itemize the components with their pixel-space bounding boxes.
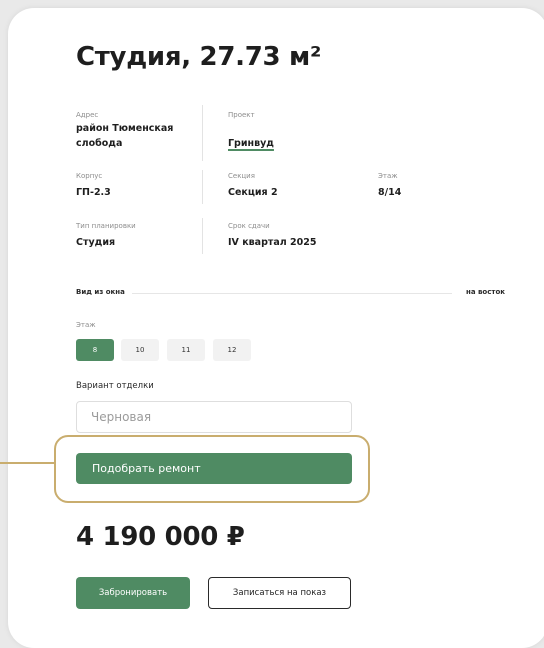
building-value: ГП-2.3 (76, 187, 111, 198)
project-link[interactable]: Гринвуд (228, 136, 274, 151)
address-label: Адрес (76, 111, 99, 119)
floor-option-10[interactable]: 10 (121, 339, 159, 361)
highlight-pointer (0, 462, 55, 464)
completion-label: Срок сдачи (228, 222, 270, 230)
spec-divider (202, 218, 203, 254)
section-label: Секция (228, 172, 255, 180)
project-label: Проект (228, 111, 255, 119)
window-view-label: Вид из окна (76, 288, 125, 296)
building-label: Корпус (76, 172, 103, 180)
book-button[interactable]: Забронировать (76, 577, 190, 609)
window-view-value: на восток (466, 288, 506, 296)
spec-divider (202, 105, 203, 161)
address-value-line1: район Тюменская (76, 123, 174, 134)
finish-selected-value: Черновая (91, 410, 152, 424)
address-value-line2: слобода (76, 138, 123, 149)
window-view-divider (132, 293, 452, 294)
section-value: Секция 2 (228, 187, 278, 198)
price: 4 190 000 ₽ (76, 522, 245, 552)
floor-picker-label: Этаж (76, 321, 96, 329)
floor-value: 8/14 (378, 187, 402, 198)
pick-repair-button[interactable]: Подобрать ремонт (76, 453, 352, 484)
page-title: Студия, 27.73 м² (76, 42, 322, 72)
finish-label: Вариант отделки (76, 381, 154, 391)
floor-option-8[interactable]: 8 (76, 339, 114, 361)
floor-option-11[interactable]: 11 (167, 339, 205, 361)
floor-option-12[interactable]: 12 (213, 339, 251, 361)
floor-label: Этаж (378, 172, 398, 180)
layout-type-label: Тип планировки (76, 222, 136, 230)
completion-value: IV квартал 2025 (228, 237, 317, 248)
layout-type-value: Студия (76, 237, 116, 248)
schedule-showing-button[interactable]: Записаться на показ (208, 577, 351, 609)
finish-select[interactable]: Черновая (76, 401, 352, 433)
spec-divider (202, 170, 203, 204)
